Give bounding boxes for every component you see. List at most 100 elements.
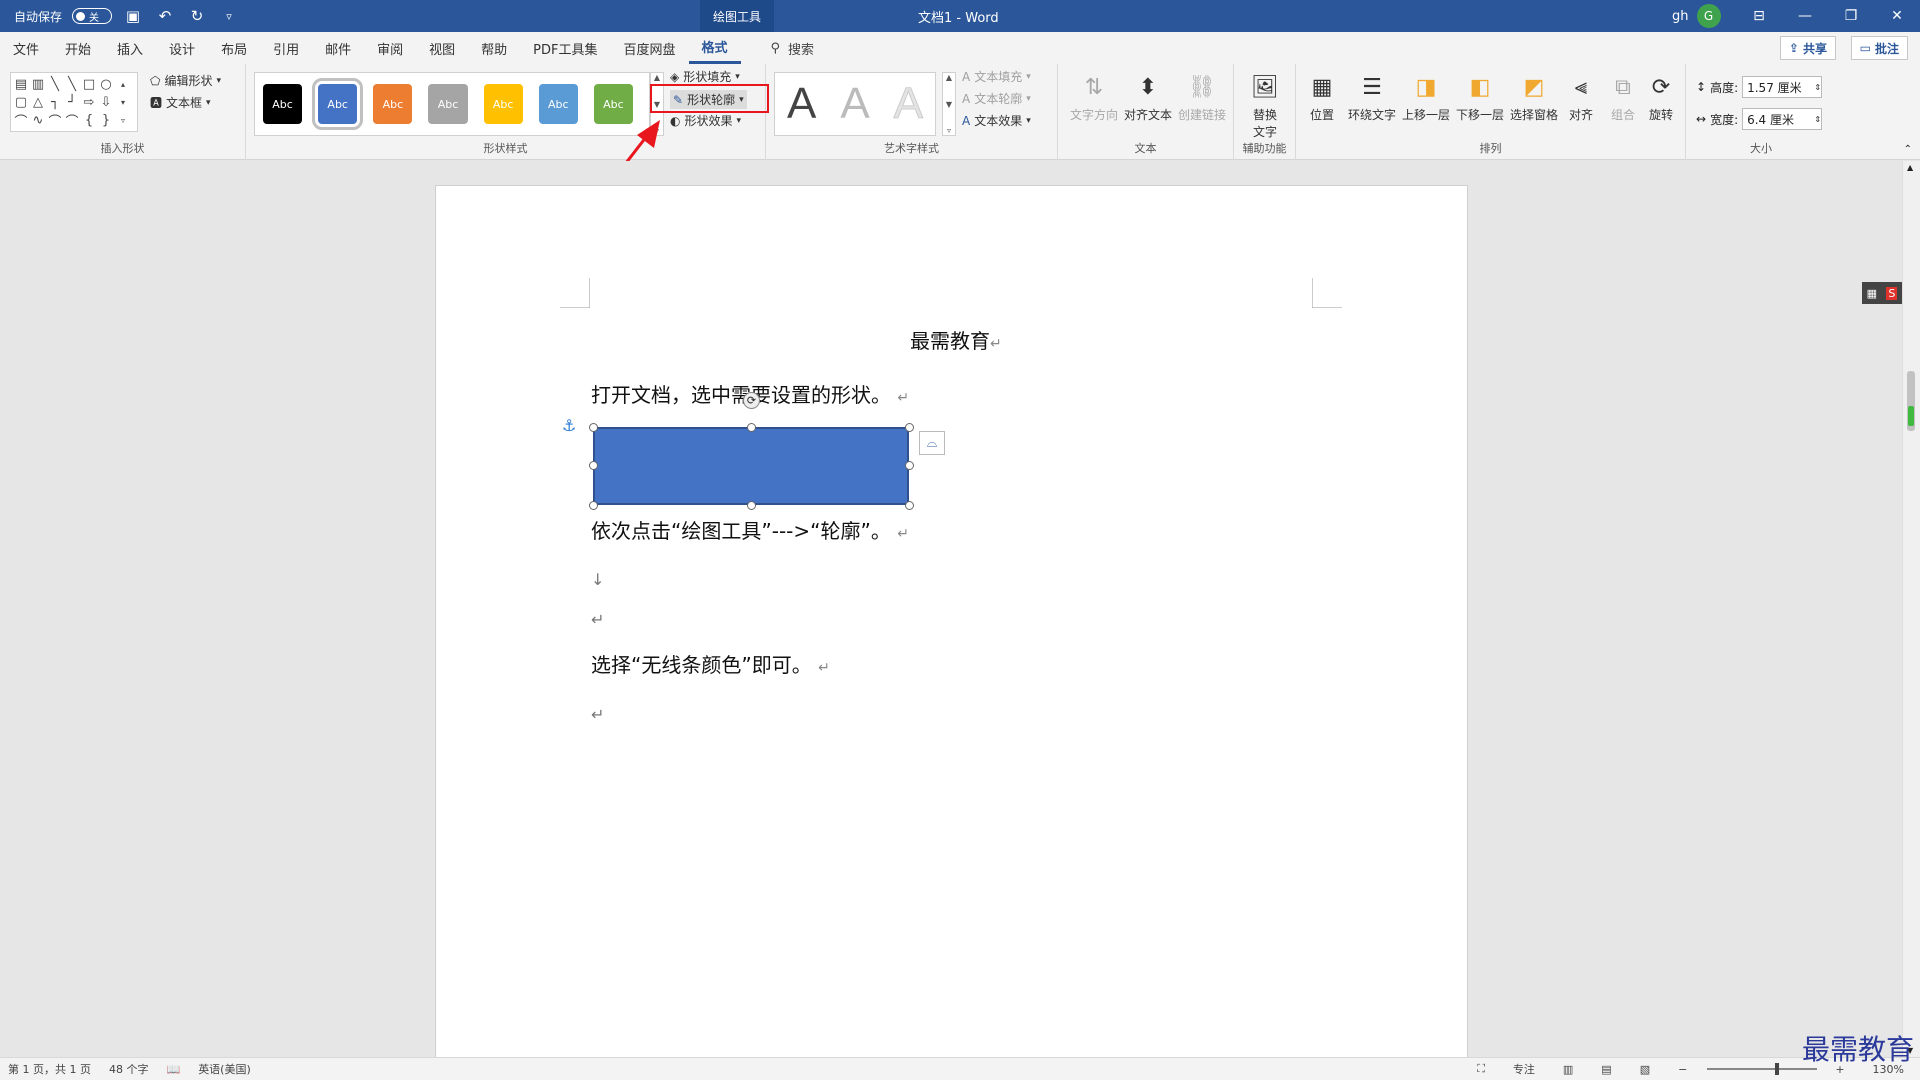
text-outline-button[interactable]: A 文本轮廓 ▾ [962,90,1031,107]
tab-review[interactable]: 审阅 [364,32,416,64]
tab-baidu-netdisk[interactable]: 百度网盘 [610,32,688,64]
proofing-icon[interactable]: 📖 [166,1063,180,1076]
scroll-up-icon[interactable]: ▲ [1907,163,1913,172]
textbox-shape-icon[interactable]: ▤ [13,75,29,93]
expand-gallery-icon[interactable]: ▿ [947,126,951,135]
ime-grid-icon[interactable]: ▦ [1867,287,1877,300]
vertical-textbox-icon[interactable]: ▥ [30,75,46,93]
scroll-down-icon[interactable]: ▼ [946,100,952,109]
tab-layout[interactable]: 布局 [208,32,260,64]
curve-shape-icon[interactable]: ⌒ [13,111,29,130]
user-account[interactable]: gh G [1672,0,1721,32]
tab-view[interactable]: 视图 [416,32,468,64]
wrap-text-button[interactable]: ☰ 环绕文字 [1344,70,1400,142]
customize-toolbar-icon[interactable]: ▿ [218,5,240,27]
redo-icon[interactable]: ↻ [186,5,208,27]
align-button[interactable]: ⫷ 对齐 [1558,70,1604,142]
selected-rectangle-shape[interactable] [593,427,909,505]
resize-handle-l[interactable] [589,461,598,470]
tab-format[interactable]: 格式 [688,32,741,64]
shape-fill-button[interactable]: ◈ 形状填充 ▾ [670,68,740,85]
close-icon[interactable]: ✕ [1874,0,1920,32]
zoom-slider-thumb[interactable] [1775,1063,1780,1075]
rectangle-shape-icon[interactable]: □ [81,75,97,93]
send-backward-button[interactable]: ◧ 下移一层 [1452,70,1508,142]
resize-handle-r[interactable] [905,461,914,470]
zoom-out-icon[interactable]: − [1678,1063,1687,1076]
tab-help[interactable]: 帮助 [468,32,520,64]
arrow-down-icon[interactable]: ⇩ [98,93,114,111]
collapse-ribbon-icon[interactable]: ⌃ [1904,144,1912,155]
wordart-gallery-scroll[interactable]: ▲ ▼ ▿ [942,72,956,136]
word-count[interactable]: 48 个字 [109,1061,149,1077]
autosave-toggle[interactable]: 关 [72,8,113,24]
connector-2-icon[interactable]: ┘ [64,93,80,111]
brace-left-icon[interactable]: { [81,111,97,129]
search-box[interactable]: ⚲ 搜索 [771,39,815,58]
focus-mode-icon[interactable]: ⛶ [1477,1062,1485,1076]
line-shape-2-icon[interactable]: ╲ [64,75,80,93]
save-icon[interactable]: ▣ [122,5,144,27]
doc-line-2[interactable]: 依次点击“绘图工具”--->“轮廓”。 ↵ [591,515,909,544]
tab-pdf-tools[interactable]: PDF工具集 [520,32,610,64]
resize-handle-tl[interactable] [589,423,598,432]
style-swatch-black[interactable]: Abc [263,84,303,124]
ribbon-display-options-icon[interactable]: ⊟ [1736,0,1782,32]
text-direction-button[interactable]: ⇅ 文字方向 [1066,70,1122,142]
scroll-up-icon[interactable]: ▲ [946,73,952,82]
scroll-shapes-icon[interactable]: ▾ [115,93,131,111]
tab-mailings[interactable]: 邮件 [312,32,364,64]
resize-handle-br[interactable] [905,501,914,510]
shapes-gallery[interactable]: ▤ ▥ ╲ ╲ □ ○ ▴ ▢ △ ┐ ┘ ⇨ ⇩ ▾ ⌒ ∿ ⌒ ⌒{} ▿ [10,72,138,132]
create-link-button[interactable]: ⛓ 创建链接 [1174,70,1230,142]
text-effects-button[interactable]: A 文本效果 ▾ [962,112,1031,129]
page-count[interactable]: 第 1 页，共 1 页 [8,1061,91,1077]
triangle-icon[interactable]: △ [30,93,46,111]
undo-icon[interactable]: ↶ [154,5,176,27]
position-button[interactable]: ▦ 位置 [1298,70,1346,142]
tab-design[interactable]: 设计 [156,32,208,64]
wordart-style-2[interactable]: A [840,79,869,129]
style-swatch-orange[interactable]: Abc [373,84,413,124]
minimize-icon[interactable]: — [1782,0,1828,32]
focus-mode-label[interactable]: 专注 [1513,1061,1535,1077]
arc-icon[interactable]: ⌒ [47,111,63,130]
layout-options-icon[interactable]: ⌓ [919,431,945,455]
restore-icon[interactable]: ❐ [1828,0,1874,32]
spinner-icon[interactable]: ⇕ [1814,115,1821,124]
line-shape-icon[interactable]: ╲ [47,75,63,93]
read-mode-icon[interactable]: ▥ [1563,1063,1573,1076]
rotate-handle-icon[interactable]: ⟳ [743,392,760,409]
web-layout-icon[interactable]: ▧ [1640,1063,1650,1076]
document-page[interactable]: 最需教育↵ 打开文档，选中需要设置的形状。 ↵ ⚓ ⟳ ⌓ 依次点击“绘图工具”… [435,185,1468,1065]
wordart-style-1[interactable]: A [787,79,816,129]
spinner-icon[interactable]: ⇕ [1814,83,1821,92]
resize-handle-tr[interactable] [905,423,914,432]
alt-text-button[interactable]: 🖼 替换文字 [1237,70,1293,142]
align-text-button[interactable]: ⬍ 对齐文本 [1120,70,1176,142]
tab-file[interactable]: 文件 [0,32,52,64]
style-swatch-gray[interactable]: Abc [428,84,468,124]
print-layout-icon[interactable]: ▤ [1601,1063,1611,1076]
sogou-icon[interactable]: S [1886,286,1898,300]
brace-right-icon[interactable]: } [98,111,114,129]
text-box-button[interactable]: 🅰 文本框 ▾ [150,94,211,111]
oval-shape-icon[interactable]: ○ [98,75,114,93]
rotate-button[interactable]: ⟳ 旋转 [1638,70,1684,142]
resize-handle-t[interactable] [747,423,756,432]
text-fill-button[interactable]: A 文本填充 ▾ [962,68,1031,85]
more-shapes-icon[interactable]: ▴ [115,75,131,93]
zoom-slider[interactable] [1707,1063,1818,1075]
share-button[interactable]: ⇪ 共享 [1779,36,1836,60]
ime-toolbar[interactable]: ▦ S [1862,282,1902,304]
arrow-right-icon[interactable]: ⇨ [81,93,97,111]
comments-button[interactable]: ▭ 批注 [1850,36,1908,60]
freeform-icon[interactable]: ∿ [30,111,46,129]
tab-insert[interactable]: 插入 [104,32,156,64]
vertical-scrollbar[interactable]: ▲ ▼ [1902,161,1920,1057]
wordart-style-3[interactable]: A [893,79,923,129]
selection-pane-button[interactable]: ◩ 选择窗格 [1506,70,1562,142]
tab-home[interactable]: 开始 [52,32,104,64]
tab-references[interactable]: 引用 [260,32,312,64]
arc-2-icon[interactable]: ⌒ [64,111,80,130]
